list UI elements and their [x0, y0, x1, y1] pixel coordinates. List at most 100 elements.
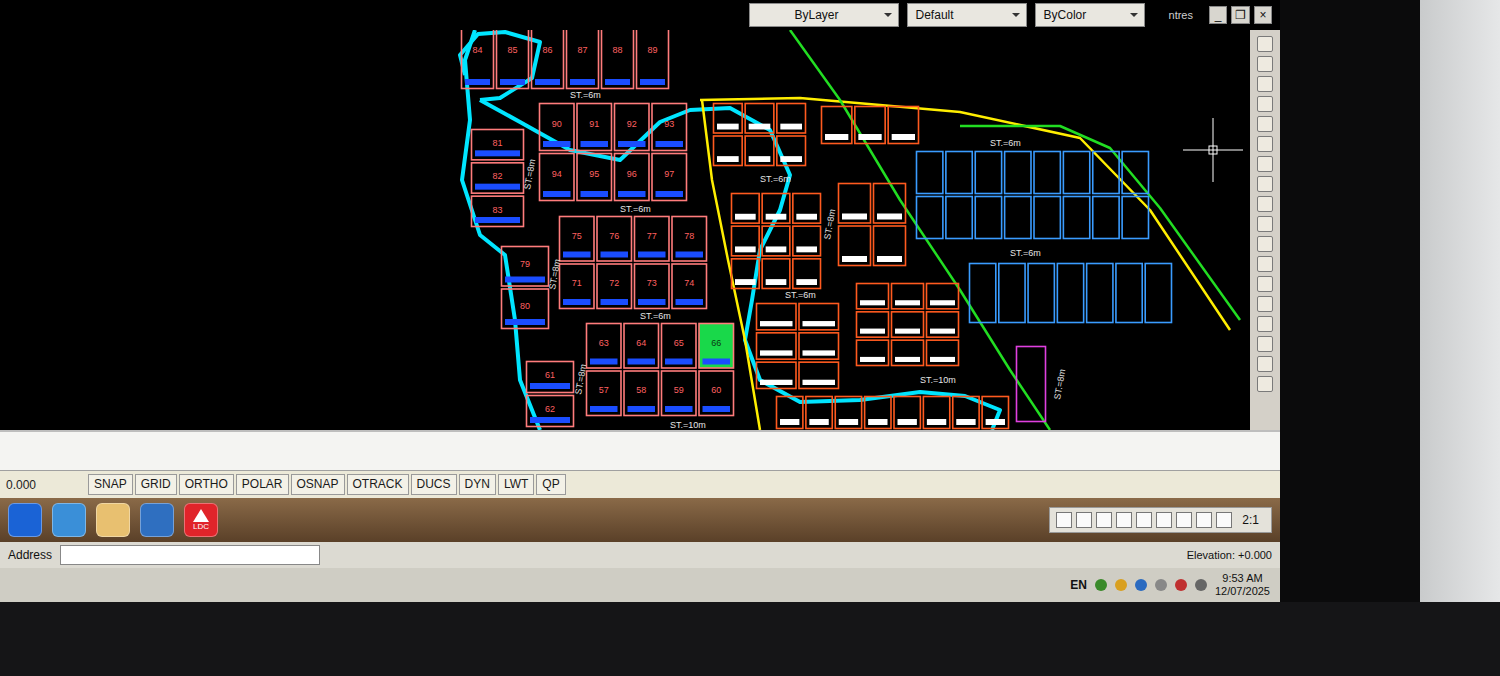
plot[interactable]	[839, 184, 871, 224]
plot[interactable]	[587, 324, 622, 369]
plot[interactable]	[652, 104, 687, 151]
plot[interactable]	[1057, 264, 1083, 323]
plot[interactable]	[1122, 152, 1148, 194]
plot[interactable]	[714, 104, 743, 134]
plot[interactable]	[793, 259, 821, 289]
plot[interactable]	[745, 104, 774, 134]
plot[interactable]	[855, 107, 885, 144]
plot[interactable]	[732, 226, 760, 256]
plot[interactable]	[970, 264, 996, 323]
plot[interactable]	[502, 289, 549, 329]
taskbar-app-icon[interactable]: LDC	[184, 503, 218, 537]
plot[interactable]	[799, 362, 839, 388]
plot[interactable]	[757, 362, 797, 388]
plot[interactable]	[624, 371, 659, 416]
tray-app-icon[interactable]	[1135, 579, 1147, 591]
plot[interactable]	[472, 196, 524, 226]
plot[interactable]	[799, 304, 839, 330]
view-tool-icon[interactable]	[1216, 512, 1232, 528]
plot[interactable]	[587, 371, 622, 416]
status-toggle-button[interactable]: DYN	[459, 474, 496, 495]
draw-tool-icon[interactable]	[1257, 336, 1273, 352]
draw-tool-icon[interactable]	[1257, 116, 1273, 132]
taskbar-app-icon[interactable]	[140, 503, 174, 537]
status-toggle-button[interactable]: QP	[536, 474, 565, 495]
plot[interactable]	[1063, 197, 1089, 239]
taskbar-app-icon[interactable]	[96, 503, 130, 537]
draw-tool-icon[interactable]	[1257, 36, 1273, 52]
status-toggle-button[interactable]: LWT	[498, 474, 534, 495]
plot[interactable]	[1063, 152, 1089, 194]
draw-tool-icon[interactable]	[1257, 356, 1273, 372]
status-toggle-button[interactable]: OTRACK	[347, 474, 409, 495]
plot[interactable]	[597, 217, 632, 262]
plot[interactable]	[1028, 264, 1054, 323]
plot[interactable]	[472, 163, 524, 193]
plot[interactable]	[577, 104, 612, 151]
plot[interactable]	[1145, 264, 1171, 323]
plot[interactable]	[560, 217, 595, 262]
property-dropdown[interactable]: Default	[907, 3, 1027, 27]
status-toggle-button[interactable]: OSNAP	[291, 474, 345, 495]
plot[interactable]	[615, 104, 650, 151]
draw-tool-icon[interactable]	[1257, 96, 1273, 112]
draw-tool-icon[interactable]	[1257, 236, 1273, 252]
status-toggle-button[interactable]: ORTHO	[179, 474, 234, 495]
minimize-button[interactable]: _	[1209, 6, 1227, 24]
plot[interactable]	[540, 104, 575, 151]
plot[interactable]	[892, 312, 924, 337]
plot[interactable]	[757, 333, 797, 359]
view-tool-icon[interactable]	[1056, 512, 1072, 528]
plot[interactable]	[527, 396, 574, 427]
plot[interactable]	[732, 259, 760, 289]
status-toggle-button[interactable]: SNAP	[88, 474, 133, 495]
plot[interactable]	[635, 264, 670, 309]
plot[interactable]	[732, 194, 760, 224]
plot[interactable]	[917, 152, 943, 194]
plot[interactable]	[894, 397, 920, 429]
annotation-scale[interactable]: 2:1	[1236, 511, 1265, 529]
draw-tool-icon[interactable]	[1257, 276, 1273, 292]
plot[interactable]	[999, 264, 1025, 323]
plot[interactable]	[1093, 152, 1119, 194]
draw-tool-icon[interactable]	[1257, 176, 1273, 192]
tray-app-icon[interactable]	[1175, 579, 1187, 591]
plot[interactable]	[857, 284, 889, 309]
draw-tool-icon[interactable]	[1257, 136, 1273, 152]
plot[interactable]	[672, 264, 707, 309]
plot[interactable]	[699, 371, 734, 416]
view-tool-icon[interactable]	[1156, 512, 1172, 528]
plot[interactable]	[577, 154, 612, 201]
draw-tool-icon[interactable]	[1257, 76, 1273, 92]
draw-tool-icon[interactable]	[1257, 316, 1273, 332]
tray-app-icon[interactable]	[1095, 579, 1107, 591]
plot[interactable]	[822, 107, 852, 144]
status-toggle-button[interactable]: DUCS	[411, 474, 457, 495]
plot[interactable]	[714, 136, 743, 166]
plot[interactable]	[777, 136, 806, 166]
plot[interactable]	[762, 194, 790, 224]
draw-tool-icon[interactable]	[1257, 196, 1273, 212]
draw-tool-icon[interactable]	[1257, 296, 1273, 312]
plot[interactable]	[602, 30, 634, 89]
view-tool-icon[interactable]	[1176, 512, 1192, 528]
plot[interactable]	[777, 104, 806, 134]
plot[interactable]	[497, 30, 529, 89]
plot[interactable]	[857, 312, 889, 337]
plot[interactable]	[662, 371, 697, 416]
plot[interactable]	[1017, 347, 1046, 422]
plot[interactable]	[532, 30, 564, 89]
plot[interactable]	[1005, 197, 1031, 239]
plot[interactable]	[982, 397, 1008, 429]
plot[interactable]	[762, 259, 790, 289]
plot[interactable]	[923, 397, 949, 429]
plot[interactable]	[892, 284, 924, 309]
plot[interactable]	[874, 184, 906, 224]
plot[interactable]	[874, 226, 906, 266]
plot[interactable]	[953, 397, 979, 429]
plot[interactable]	[560, 264, 595, 309]
plot[interactable]	[597, 264, 632, 309]
plot[interactable]	[1087, 264, 1113, 323]
plot[interactable]	[1034, 197, 1060, 239]
plot[interactable]	[757, 304, 797, 330]
